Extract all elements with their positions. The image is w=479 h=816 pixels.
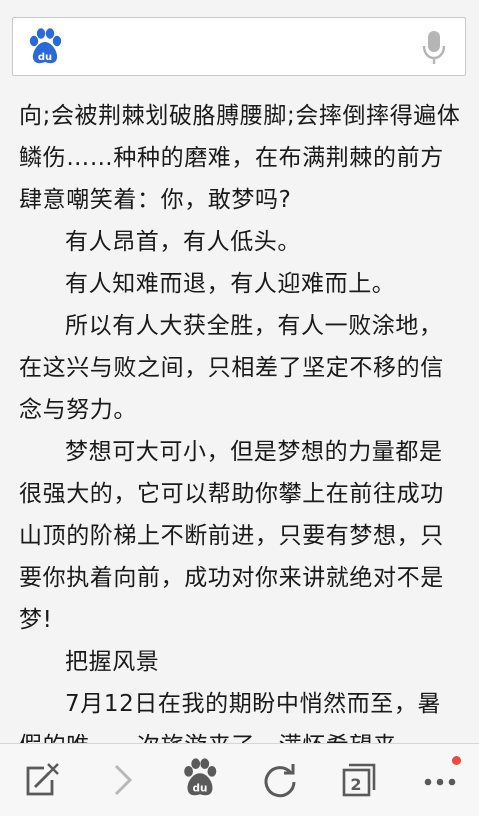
svg-text:du: du xyxy=(38,52,52,63)
article-paragraph: 7月12日在我的期盼中悄然而至，暑假的唯一一次旅游来了，满怀希望来 xyxy=(19,691,442,743)
close-page-icon[interactable] xyxy=(22,760,62,800)
article-paragraph: 向;会被荆棘划破胳膊腰脚;会摔倒摔得遍体鳞伤……种种的磨难，在布满荆棘的前方肆意… xyxy=(19,103,461,213)
article-paragraph: 有人知难而退，有人迎难而上。 xyxy=(65,271,396,297)
more-dots-icon[interactable] xyxy=(420,760,460,800)
top-bar: du xyxy=(0,0,479,95)
article-body: 向;会被荆棘划破胳膊腰脚;会摔倒摔得遍体鳞伤……种种的磨难，在布满荆棘的前方肆意… xyxy=(0,93,479,743)
article-heading: 把握风景 xyxy=(65,649,160,675)
bottom-toolbar: du 2 xyxy=(0,743,479,816)
refresh-icon[interactable] xyxy=(260,760,300,800)
baidu-paw-icon[interactable]: du xyxy=(180,758,220,798)
svg-text:du: du xyxy=(193,782,208,794)
notification-dot xyxy=(452,756,461,765)
article-paragraph: 梦想可大可小，但是梦想的力量都是很强大的，它可以帮助你攀上在前往成功山顶的阶梯上… xyxy=(19,439,444,633)
article-paragraph: 有人昂首，有人低头。 xyxy=(65,229,301,255)
article-paragraph: 所以有人大获全胜，有人一败涂地，在这兴与败之间，只相差了坚定不移的信念与努力。 xyxy=(19,313,444,423)
microphone-icon[interactable] xyxy=(421,30,447,66)
forward-arrow-icon[interactable] xyxy=(102,760,142,800)
baidu-paw-icon[interactable]: du xyxy=(27,28,63,66)
article-content[interactable]: 向;会被荆棘划破胳膊腰脚;会摔倒摔得遍体鳞伤……种种的磨难，在布满荆棘的前方肆意… xyxy=(0,93,479,743)
tabs-count: 2 xyxy=(350,775,362,794)
search-input[interactable]: du xyxy=(12,17,466,76)
tabs-button[interactable]: 2 xyxy=(339,760,379,800)
